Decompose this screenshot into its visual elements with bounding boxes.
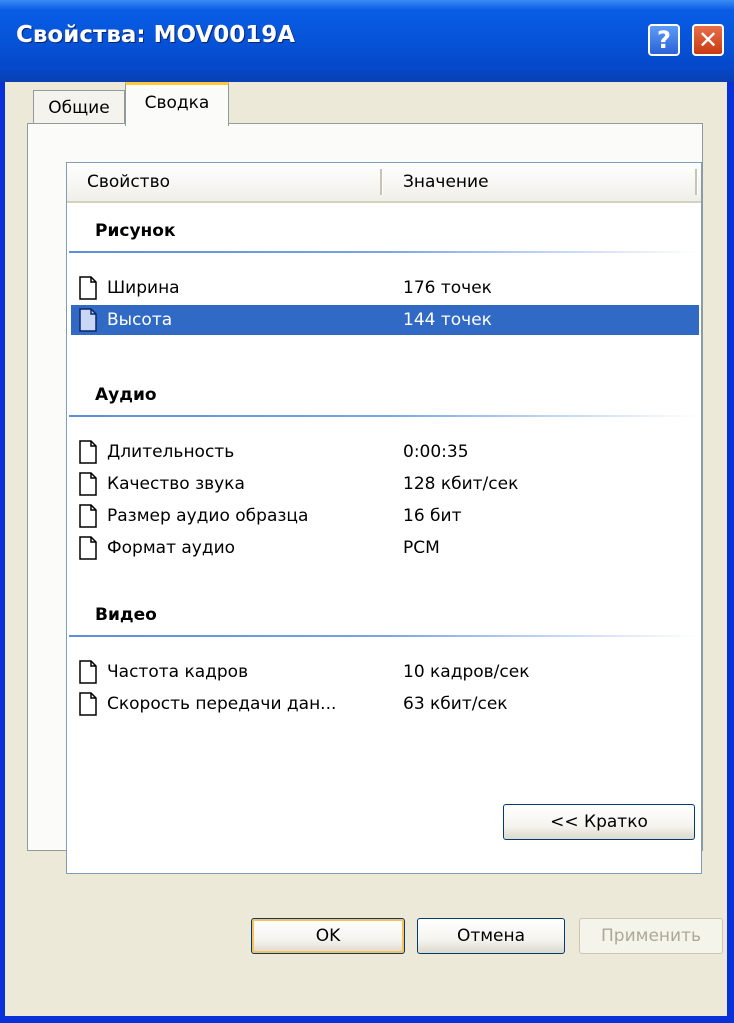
- property-value: 176 точек: [403, 278, 492, 298]
- list-item[interactable]: Частота кадров 10 кадров/сек: [71, 657, 699, 687]
- property-value: 10 кадров/сек: [403, 662, 530, 682]
- property-name: Скорость передачи дан...: [107, 694, 337, 714]
- list-item[interactable]: Длительность 0:00:35: [71, 437, 699, 467]
- list-item[interactable]: Качество звука 128 кбит/сек: [71, 469, 699, 499]
- list-item[interactable]: Формат аудио PCM: [71, 533, 699, 563]
- document-icon: [79, 536, 97, 560]
- property-name: Высота: [107, 310, 173, 330]
- document-icon: [79, 692, 97, 716]
- help-button[interactable]: ?: [648, 24, 680, 56]
- list-item[interactable]: Размер аудио образца 16 бит: [71, 501, 699, 531]
- group-title: Рисунок: [95, 221, 176, 241]
- tab-general[interactable]: Общие: [33, 90, 125, 126]
- group-video: Видео: [67, 605, 701, 645]
- property-name: Формат аудио: [107, 538, 236, 558]
- dialog-client-area: Общие Сводка Свойство Значение Рисунок Ш…: [5, 82, 727, 1016]
- group-divider: [69, 635, 699, 637]
- property-name: Размер аудио образца: [107, 506, 309, 526]
- column-separator[interactable]: [380, 169, 383, 195]
- group-picture: Рисунок: [67, 221, 701, 261]
- list-item[interactable]: Ширина 176 точек: [71, 273, 699, 303]
- property-value: PCM: [403, 538, 440, 558]
- window-title: Свойства: MOV0019A: [16, 22, 296, 48]
- property-value: 16 бит: [403, 506, 462, 526]
- list-header: Свойство Значение: [67, 163, 701, 203]
- list-item[interactable]: Скорость передачи дан... 63 кбит/сек: [71, 689, 699, 719]
- document-icon: [79, 308, 97, 332]
- brief-button[interactable]: << Кратко: [503, 804, 695, 840]
- property-value: 63 кбит/сек: [403, 694, 508, 714]
- column-separator[interactable]: [695, 169, 698, 195]
- group-title: Видео: [95, 605, 157, 625]
- apply-button: Применить: [579, 918, 723, 954]
- properties-dialog: Свойства: MOV0019A ? ✕ Общие Сводка Свой…: [0, 0, 734, 1023]
- document-icon: [79, 440, 97, 464]
- properties-list[interactable]: Свойство Значение Рисунок Ширина 176 точ…: [66, 162, 702, 874]
- property-value: 144 точек: [403, 310, 492, 330]
- column-header-property[interactable]: Свойство: [87, 172, 170, 192]
- title-bar[interactable]: Свойства: MOV0019A ? ✕: [0, 0, 734, 82]
- document-icon: [79, 276, 97, 300]
- group-divider: [69, 251, 699, 253]
- ok-button[interactable]: OK: [251, 918, 405, 954]
- document-icon: [79, 472, 97, 496]
- property-name: Длительность: [107, 442, 235, 462]
- document-icon: [79, 504, 97, 528]
- column-header-value[interactable]: Значение: [403, 172, 489, 192]
- property-name: Частота кадров: [107, 662, 249, 682]
- group-divider: [69, 415, 699, 417]
- property-name: Качество звука: [107, 474, 245, 494]
- group-audio: Аудио: [67, 385, 701, 425]
- tab-summary[interactable]: Сводка: [125, 82, 229, 126]
- group-title: Аудио: [95, 385, 157, 405]
- property-name: Ширина: [107, 278, 180, 298]
- summary-tab-panel: Свойство Значение Рисунок Ширина 176 точ…: [27, 123, 703, 874]
- document-icon: [79, 660, 97, 684]
- property-value: 128 кбит/сек: [403, 474, 519, 494]
- close-button[interactable]: ✕: [692, 24, 724, 56]
- property-value: 0:00:35: [403, 442, 469, 462]
- list-item-selected[interactable]: Высота 144 точек: [71, 305, 699, 335]
- cancel-button[interactable]: Отмена: [417, 918, 565, 954]
